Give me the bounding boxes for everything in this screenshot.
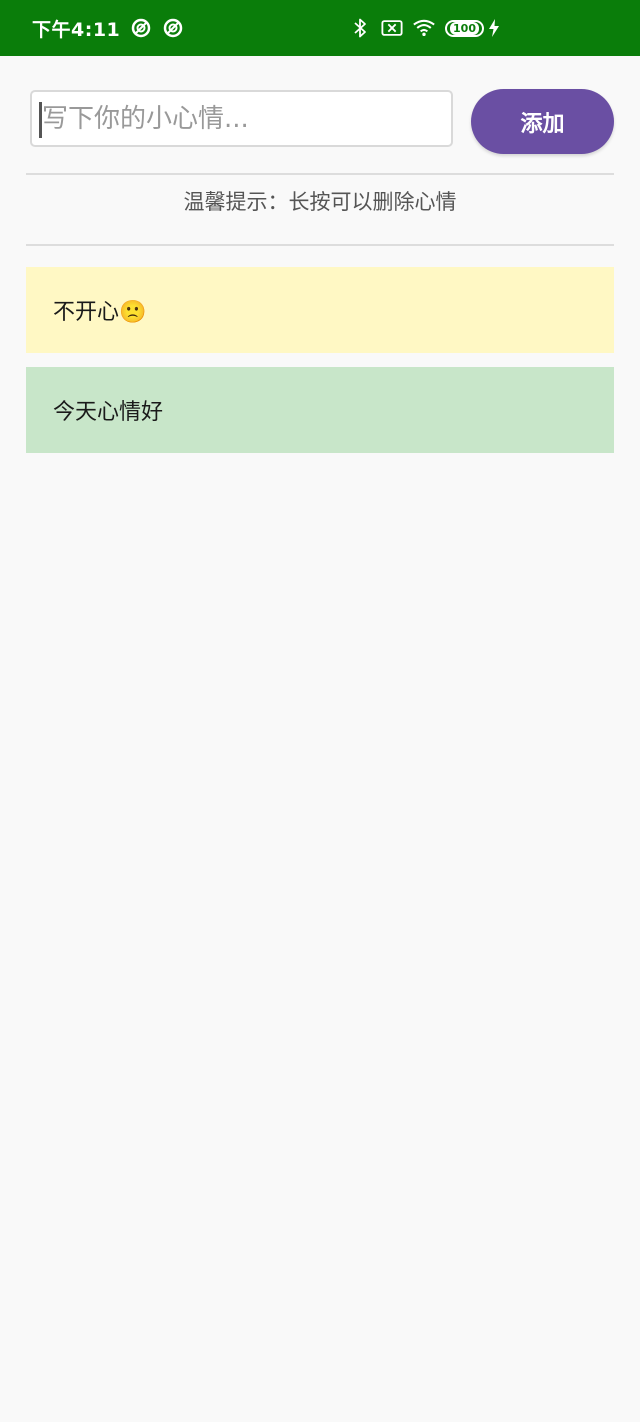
battery-icon: 100 bbox=[445, 19, 484, 37]
divider bbox=[26, 173, 614, 175]
app-notification-icon bbox=[162, 17, 184, 39]
sim-off-icon bbox=[381, 17, 403, 39]
mood-item[interactable]: 今天心情好 bbox=[26, 367, 614, 453]
app-notification-icon bbox=[130, 17, 152, 39]
mood-item[interactable]: 不开心🙁 bbox=[26, 267, 614, 353]
divider bbox=[26, 244, 614, 246]
status-bar: 下午4:11 100 bbox=[0, 0, 640, 56]
hint-text: 温馨提示：长按可以删除心情 bbox=[183, 190, 457, 214]
status-time: 下午4:11 bbox=[32, 18, 121, 41]
mood-text: 今天心情好 bbox=[53, 400, 164, 425]
charging-icon bbox=[488, 17, 500, 39]
mood-input[interactable] bbox=[30, 90, 453, 147]
add-button[interactable]: 添加 bbox=[471, 89, 614, 154]
bluetooth-icon bbox=[349, 17, 371, 39]
status-left: 下午4:11 bbox=[32, 15, 184, 42]
status-right: 100 bbox=[349, 17, 500, 39]
mood-text: 不开心🙁 bbox=[53, 300, 147, 325]
wifi-icon bbox=[413, 17, 435, 39]
mood-list: 不开心🙁 今天心情好 bbox=[26, 267, 614, 467]
battery-level: 100 bbox=[450, 21, 479, 35]
battery-indicator: 100 bbox=[445, 17, 500, 39]
input-row: 添加 bbox=[30, 89, 614, 155]
text-cursor bbox=[39, 102, 42, 138]
